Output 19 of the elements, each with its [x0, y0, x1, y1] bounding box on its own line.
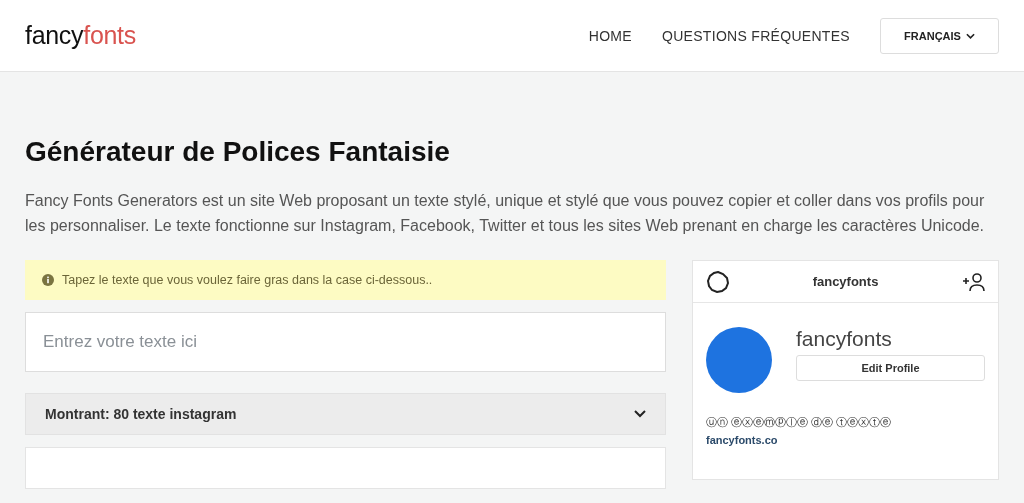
page-title: Générateur de Polices Fantaisie	[25, 136, 451, 168]
filter-dropdown[interactable]: Montrant: 80 texte instagram	[25, 393, 666, 435]
intro-paragraph: Fancy Fonts Generators est un site Web proposant un texte stylé, unique et stylé que vous pouvez copier et coller dans vos profils pour les personnaliser. Le texte fonctionne sur Instagram, Facebook, Twitter et tous les sites Web prenant en charge les caractères Unicode.	[25, 191, 986, 236]
logo[interactable]: fancyfonts	[25, 21, 136, 50]
notice-text: Tapez le texte que vous voulez faire gras dans la case ci-dessous..	[62, 273, 433, 287]
username: fancyfonts	[796, 326, 893, 352]
chevron-down-icon	[634, 410, 646, 418]
edit-profile-button[interactable]: Edit Profile	[796, 355, 985, 381]
settings-icon	[707, 270, 729, 293]
header-username: fancyfonts	[812, 274, 879, 289]
add-person-icon	[962, 271, 986, 292]
language-dropdown[interactable]: FRANÇAIS	[880, 17, 999, 54]
chevron-down-icon	[965, 32, 975, 39]
nav-link[interactable]: HOME	[588, 27, 632, 44]
info-icon	[42, 274, 54, 286]
nav-link[interactable]: QUESTIONS FRÉQUENTES	[661, 27, 850, 44]
text-input-field[interactable]: Entrez votre texte ici	[25, 312, 666, 372]
profile-link[interactable]: fancyfonts.co	[706, 434, 998, 446]
bio-text: ⓤⓝ ⓔⓧⓔⓜⓟⓛⓔ ⓓⓔ ⓣⓔⓧⓣⓔ	[706, 415, 893, 430]
